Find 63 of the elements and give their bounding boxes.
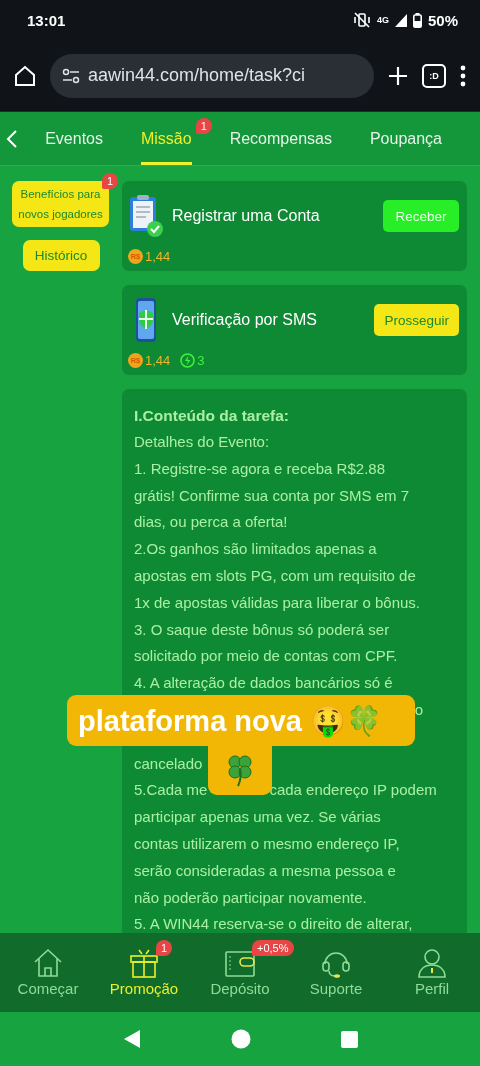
rules-heading: I.Conteúdo da tarefa: [134, 406, 290, 426]
task-title: Registrar uma Conta [172, 207, 321, 225]
tab[interactable]: Missão [140, 112, 192, 165]
vibrate-off-icon [352, 12, 371, 28]
nav-item[interactable]: Perfil [387, 948, 477, 997]
sidebar-button[interactable]: Benefícios para novos jogadores [12, 181, 109, 227]
rules-text: cancelado [134, 754, 203, 772]
home-icon [32, 948, 64, 978]
rules-text: 4. A alteração de dados bancários só é [134, 674, 393, 692]
battery-level: 50% [427, 11, 458, 29]
back-icon[interactable] [122, 1029, 141, 1049]
new-tab-icon[interactable] [388, 65, 408, 86]
back-icon[interactable] [5, 128, 18, 149]
nav-item[interactable]: Suporte [291, 948, 381, 997]
task-button[interactable]: Prosseguir [374, 304, 459, 336]
rules-text: contas utilizarem o mesmo endereço IP, [134, 834, 400, 852]
wallet-icon [224, 948, 256, 978]
lightning-icon [180, 353, 196, 368]
rules-text: 1. Registre-se agora e receba R$2.88 [134, 459, 385, 477]
signal-icon [394, 13, 407, 27]
rules-text: o [414, 699, 423, 720]
sidebar-button[interactable]: Histórico [22, 240, 100, 271]
site-settings-icon[interactable] [62, 67, 80, 84]
rules-text: apostas em slots PG, com um requisito de [134, 567, 416, 584]
sticker-text: plataforma nova 🤑🍀 [67, 695, 415, 746]
reward-amount: 1,44 [145, 249, 171, 264]
recents-icon[interactable] [340, 1030, 358, 1048]
tab[interactable]: Recompensas [229, 112, 332, 165]
rules-text: 5.Cada me [134, 780, 208, 801]
count-badge: +0,5% [252, 940, 294, 956]
rules-text: Detalhes do Evento: [134, 433, 270, 450]
count-badge: 1 [101, 173, 118, 189]
rules-text: serão consideradas a mesma pessoa e [134, 861, 396, 879]
network-type: 4G [376, 15, 389, 25]
rules-text: dias, ou perca a oferta! [134, 513, 288, 531]
gift-icon [128, 948, 160, 978]
rules-text: 1x de apostas válidas para liberar o bônus. [134, 593, 420, 611]
url-text: aawin44.com/home/task?ci [88, 65, 306, 86]
count-badge: 1 [156, 940, 173, 956]
rules-text: grátis! Confirme sua conta por SMS em 7 [134, 486, 410, 504]
tab[interactable]: Poupança [369, 112, 442, 165]
rules-text: cada endereço IP podem [269, 780, 437, 801]
home-icon[interactable] [14, 64, 36, 87]
battery-icon [412, 12, 422, 28]
rules-text: 5. A WIN44 reserva-se o direito de alterar, [134, 915, 413, 933]
clipboard-check-icon [128, 193, 164, 239]
task-title: Verificação por SMS [172, 311, 318, 329]
tab-switcher-button[interactable]: :D [422, 63, 446, 88]
rules-text: participar apenas uma vez. Se várias [134, 808, 381, 826]
clock: 13:01 [27, 11, 66, 29]
clover-icon [225, 752, 255, 787]
address-bar[interactable]: aawin44.com/home/task?ci [50, 53, 374, 98]
rules-text: solicitado por meio de contas com CPF. [134, 647, 398, 665]
nav-item[interactable]: Começar [3, 948, 93, 997]
menu-icon[interactable] [460, 64, 466, 87]
rules-text: 2.Os ganhos são limitados apenas a [134, 540, 377, 558]
reward-amount: 1,44 [145, 353, 171, 368]
energy-amount: 3 [197, 353, 205, 368]
person-icon [416, 948, 448, 978]
count-badge: 1 [195, 118, 212, 134]
rules-text: 3. O saque deste bônus só poderá ser [134, 620, 390, 638]
tab[interactable]: Eventos [45, 112, 103, 165]
rules-text: não poderão participar novamente. [134, 888, 367, 906]
